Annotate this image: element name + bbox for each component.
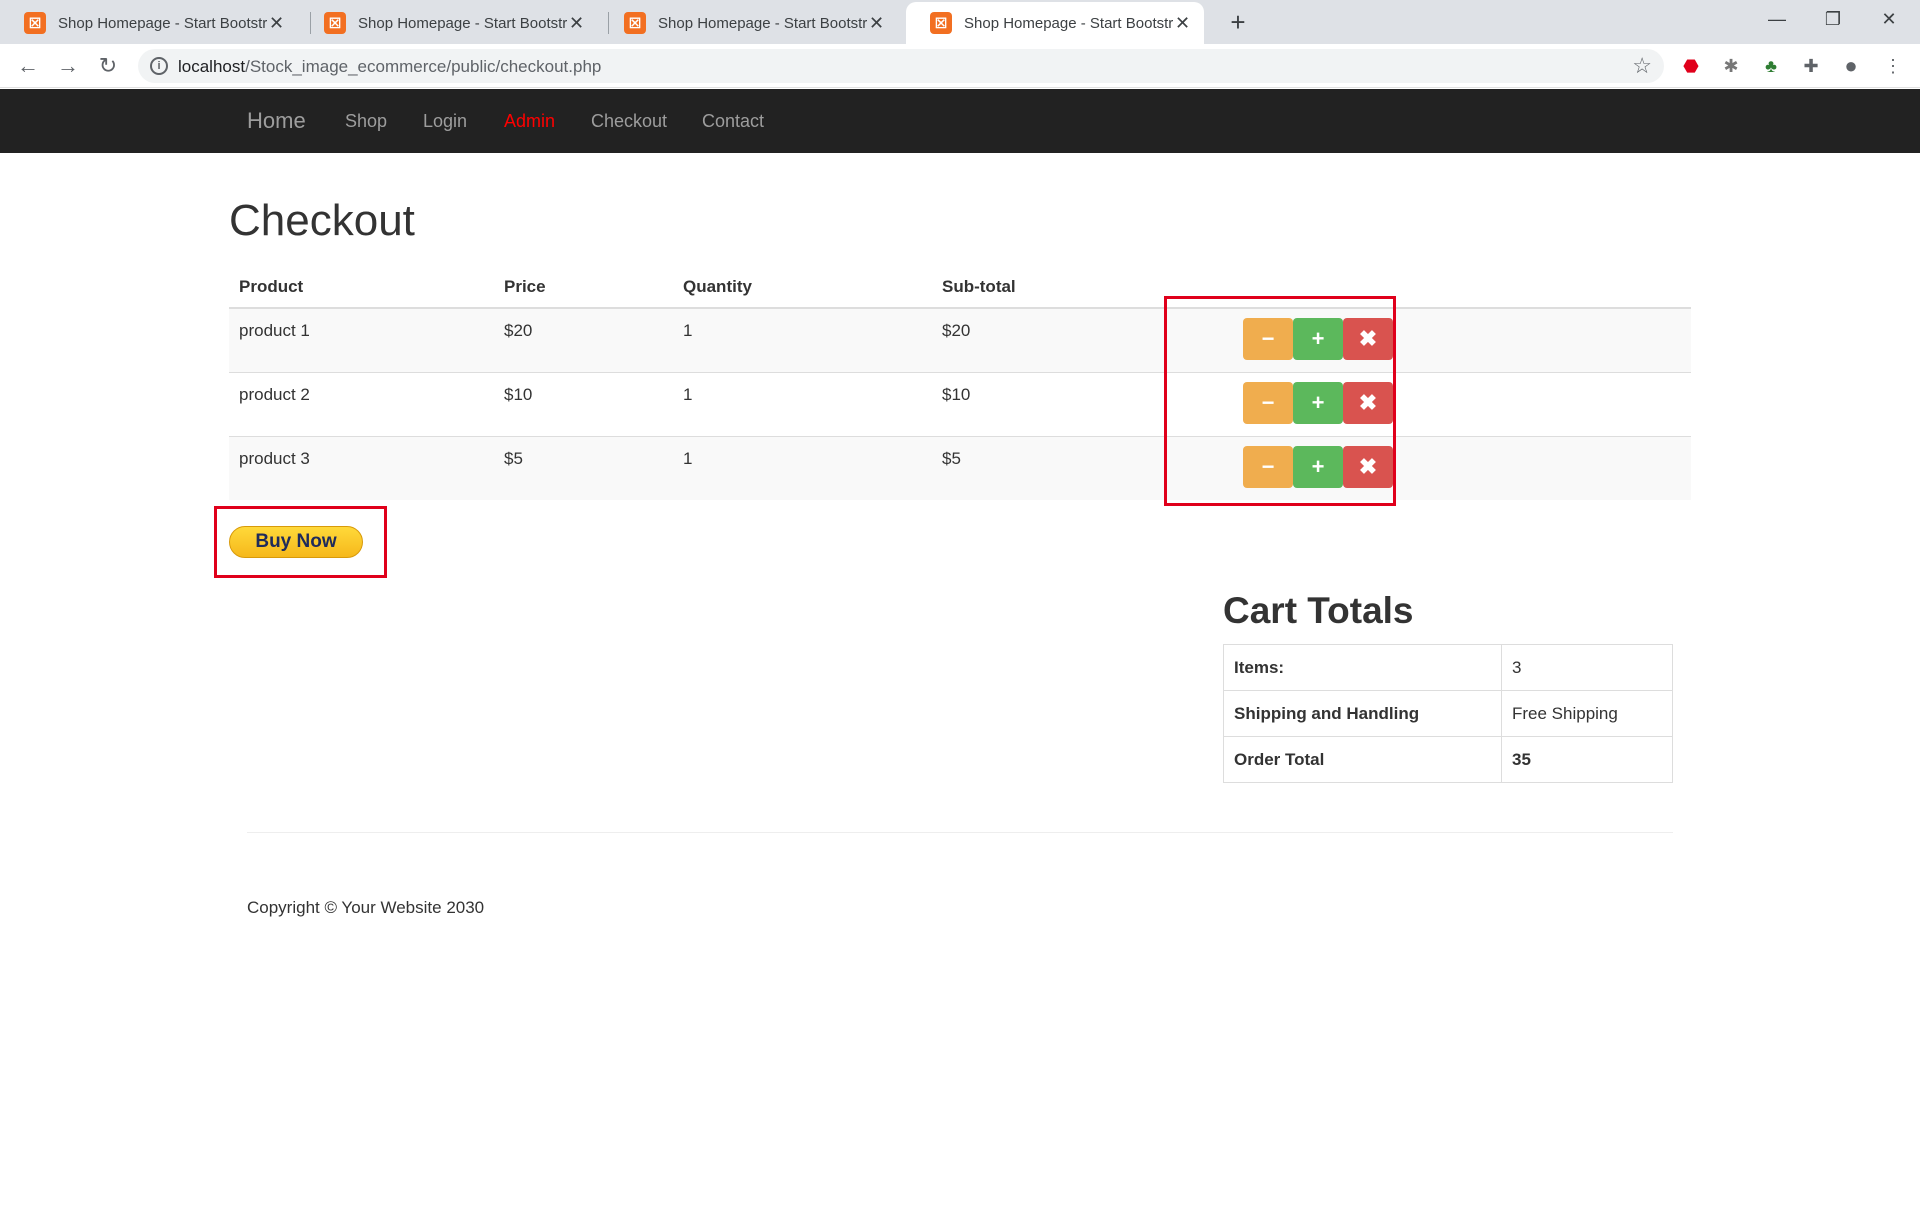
buy-now-button[interactable]: Buy Now <box>229 526 363 558</box>
tab-title: Shop Homepage - Start Bootstrap <box>658 14 868 32</box>
url-text: localhost/Stock_image_ecommerce/public/c… <box>178 57 601 77</box>
puzzle-icon[interactable]: ✚ <box>1798 53 1824 79</box>
new-tab-icon[interactable]: + <box>1222 6 1254 38</box>
cell-subtotal: $10 <box>932 371 1194 436</box>
back-icon[interactable]: ← <box>12 50 44 82</box>
restore-icon[interactable]: ❐ <box>1806 0 1860 40</box>
menu-icon[interactable]: ⋮ <box>1880 53 1906 79</box>
items-value: 3 <box>1501 644 1673 691</box>
xampp-icon: ☒ <box>324 12 346 34</box>
header-subtotal: Sub-total <box>932 266 1194 309</box>
cart-totals-table: Items: 3 Shipping and Handling Free Ship… <box>1223 644 1673 783</box>
browser-tab-2[interactable]: ☒ Shop Homepage - Start Bootstrap ✕ <box>300 2 598 44</box>
minimize-icon[interactable]: — <box>1750 0 1804 40</box>
close-tab-icon[interactable]: ✕ <box>267 13 286 34</box>
page-title: Checkout <box>229 196 415 245</box>
footer-divider <box>247 832 1673 833</box>
table-row: product 1 $20 1 $20 − + ✖ <box>229 307 1691 372</box>
cell-product: product 2 <box>229 371 494 436</box>
cell-price: $5 <box>494 435 673 500</box>
cell-subtotal: $5 <box>932 435 1194 500</box>
bug-icon[interactable]: ✱ <box>1718 53 1744 79</box>
order-total-label: Order Total <box>1223 736 1502 783</box>
url-host: localhost <box>178 57 246 76</box>
cart-totals-title: Cart Totals <box>1223 590 1414 631</box>
nav-home[interactable]: Home <box>247 89 306 153</box>
cell-subtotal: $20 <box>932 307 1194 372</box>
table-row: product 2 $10 1 $10 − + ✖ <box>229 371 1691 436</box>
forward-icon[interactable]: → <box>52 50 84 82</box>
cell-quantity: 1 <box>673 371 932 436</box>
cell-quantity: 1 <box>673 307 932 372</box>
site-navbar: Home Shop Login Admin Checkout Contact <box>0 89 1920 153</box>
info-icon[interactable]: i <box>150 57 168 75</box>
close-window-icon[interactable]: ✕ <box>1862 0 1916 40</box>
close-tab-icon[interactable]: ✕ <box>867 13 886 34</box>
header-price: Price <box>494 266 673 309</box>
nav-shop[interactable]: Shop <box>345 89 387 153</box>
nav-contact[interactable]: Contact <box>702 89 764 153</box>
totals-row-order: Order Total 35 <box>1223 736 1673 783</box>
table-row: product 3 $5 1 $5 − + ✖ <box>229 435 1691 500</box>
header-product: Product <box>229 266 494 309</box>
browser-tab-bar: ☒ Shop Homepage - Start Bootstrap ✕ ☒ Sh… <box>0 0 1920 44</box>
cell-product: product 3 <box>229 435 494 500</box>
xampp-icon: ☒ <box>24 12 46 34</box>
xampp-icon: ☒ <box>930 12 952 34</box>
header-quantity: Quantity <box>673 266 932 309</box>
close-tab-icon[interactable]: ✕ <box>1173 13 1192 34</box>
close-tab-icon[interactable]: ✕ <box>567 13 586 34</box>
totals-row-shipping: Shipping and Handling Free Shipping <box>1223 690 1673 737</box>
browser-toolbar: ← → ↻ i localhost/Stock_image_ecommerce/… <box>0 44 1920 88</box>
cell-price: $20 <box>494 307 673 372</box>
cell-quantity: 1 <box>673 435 932 500</box>
browser-tab-1[interactable]: ☒ Shop Homepage - Start Bootstrap ✕ <box>0 2 298 44</box>
address-bar[interactable]: i localhost/Stock_image_ecommerce/public… <box>138 49 1664 83</box>
cart-table: Product Price Quantity Sub-total product… <box>229 266 1691 500</box>
tab-title: Shop Homepage - Start Bootstrap <box>964 14 1174 32</box>
browser-tab-4-active[interactable]: ☒ Shop Homepage - Start Bootstrap ✕ <box>906 2 1204 44</box>
xampp-icon: ☒ <box>624 12 646 34</box>
tab-title: Shop Homepage - Start Bootstrap <box>358 14 568 32</box>
shipping-label: Shipping and Handling <box>1223 690 1502 737</box>
cell-price: $10 <box>494 371 673 436</box>
bookmark-star-icon[interactable]: ☆ <box>1632 53 1652 79</box>
adblock-icon[interactable]: ⬣ <box>1678 53 1704 79</box>
table-header-row: Product Price Quantity Sub-total <box>229 266 1691 309</box>
reload-icon[interactable]: ↻ <box>92 50 124 82</box>
tree-icon[interactable]: ♣ <box>1758 53 1784 79</box>
order-total-value: 35 <box>1501 736 1673 783</box>
tab-title: Shop Homepage - Start Bootstrap <box>58 14 268 32</box>
cell-product: product 1 <box>229 307 494 372</box>
browser-tab-3[interactable]: ☒ Shop Homepage - Start Bootstrap ✕ <box>600 2 898 44</box>
highlight-box-actions <box>1164 296 1396 506</box>
nav-login[interactable]: Login <box>423 89 467 153</box>
nav-admin[interactable]: Admin <box>504 89 555 153</box>
nav-checkout[interactable]: Checkout <box>591 89 667 153</box>
copyright-text: Copyright © Your Website 2030 <box>247 898 485 917</box>
items-label: Items: <box>1223 644 1502 691</box>
profile-icon[interactable]: ● <box>1838 53 1864 79</box>
url-path: /Stock_image_ecommerce/public/checkout.p… <box>245 57 602 76</box>
shipping-value: Free Shipping <box>1501 690 1673 737</box>
totals-row-items: Items: 3 <box>1223 644 1673 691</box>
